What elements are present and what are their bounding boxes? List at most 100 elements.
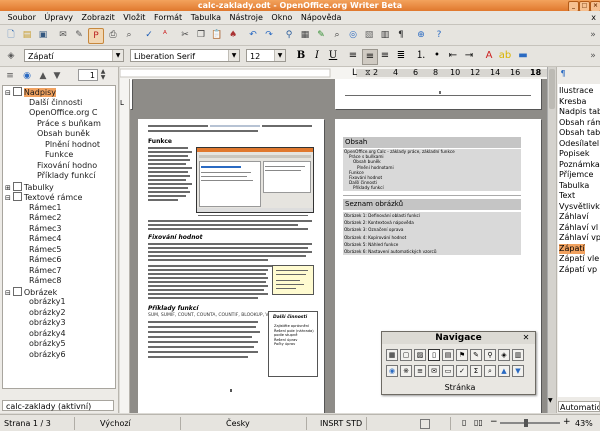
style-item[interactable]: Kresba [559, 97, 586, 108]
menu-upravy[interactable]: Úpravy [41, 11, 76, 24]
navigator-tree-item[interactable]: obrázky1 [29, 297, 66, 308]
navigator-tree-item[interactable]: Rámec4 [29, 234, 62, 245]
navigator-tree-item[interactable]: obrázky4 [29, 329, 66, 340]
bookmark-nav-icon[interactable]: ⚑ [456, 349, 468, 361]
page-style-indicator[interactable]: Výchozí [100, 418, 131, 429]
insert-mode-indicator[interactable]: INSRT [320, 418, 343, 429]
close-document-button[interactable]: x [591, 11, 596, 24]
formula-nav-icon[interactable]: Σ [470, 365, 482, 377]
navigator-tree-item[interactable]: Další činnosti [29, 98, 82, 109]
previous-icon[interactable]: ▲ [36, 69, 50, 83]
print-icon[interactable]: ⎙ [106, 28, 120, 42]
indent-marker-icon[interactable]: ⧖ [365, 67, 371, 79]
multi-page-view-icon[interactable]: ▯▯ [474, 418, 483, 427]
style-item[interactable]: Záhlaví vp [559, 233, 600, 244]
collapse-icon[interactable]: ⊟ [5, 194, 11, 202]
section-nav-icon[interactable]: ▤ [442, 349, 454, 361]
gallery-icon[interactable]: ▧ [362, 28, 376, 42]
data-sources-icon[interactable]: ▥ [378, 28, 392, 42]
comment-nav-icon[interactable]: ✉ [428, 365, 440, 377]
navigator-tree-item[interactable]: Rámec5 [29, 245, 62, 256]
toolbar-overflow-icon[interactable]: » [586, 28, 600, 42]
style-item[interactable]: Obsah tab [559, 128, 600, 139]
style-item[interactable]: Zápatí vle [559, 254, 599, 265]
highlight-icon[interactable]: ab [498, 49, 512, 63]
table-icon[interactable]: ▦ [298, 28, 312, 42]
hyperlink-icon[interactable]: ⚲ [282, 28, 296, 42]
background-color-icon[interactable]: ▬ [516, 49, 530, 63]
page-number-spinner[interactable]: 1 [78, 69, 98, 81]
autospell-icon[interactable]: ᴬ [158, 28, 172, 42]
reference-nav-icon[interactable]: ※ [400, 365, 412, 377]
zoom-slider[interactable] [500, 422, 560, 424]
index-nav-icon[interactable]: ▥ [512, 349, 524, 361]
menu-zobrazit[interactable]: Zobrazit [79, 11, 118, 24]
navigator-tree-item[interactable]: ⊞ Tabulky [5, 181, 54, 193]
vertical-ruler[interactable]: L [120, 79, 130, 413]
style-item[interactable]: Poznámka [559, 160, 600, 171]
paragraph-style-select[interactable]: Zápatí ▼ [24, 49, 124, 62]
zoom-icon[interactable]: ⊕ [414, 28, 428, 42]
document-select[interactable]: calc-zaklady (aktivní) [2, 400, 114, 411]
navigator-tree-item[interactable]: Rámec8 [29, 276, 62, 287]
collapse-icon[interactable]: ⊟ [5, 89, 11, 97]
vertical-scrollbar[interactable]: ▼ [547, 67, 556, 413]
ole-nav-icon[interactable]: ◈ [498, 349, 510, 361]
pdf-export-icon[interactable]: P [88, 28, 104, 44]
find-replace-icon[interactable]: ⌕ [330, 28, 344, 42]
menu-nastroje[interactable]: Nástroje [227, 11, 266, 24]
zoom-in-icon[interactable]: + [563, 417, 571, 427]
page-indicator[interactable]: Strana 1 / 3 [4, 418, 51, 429]
scrollbar-thumb[interactable] [549, 69, 555, 109]
close-icon[interactable]: ✕ [520, 332, 532, 344]
font-name-select[interactable]: Liberation Serif ▼ [130, 49, 240, 62]
page-button[interactable]: Stránka [440, 382, 480, 393]
navigator-tree-item[interactable]: Rámec2 [29, 213, 62, 224]
single-page-view-icon[interactable]: ▯ [462, 418, 466, 427]
table-nav-icon[interactable]: ▦ [386, 349, 398, 361]
font-color-icon[interactable]: A [482, 49, 496, 63]
scroll-down-icon[interactable]: ▼ [548, 397, 553, 404]
navigation-icon[interactable]: ◉ [20, 69, 34, 83]
language-indicator[interactable]: Česky [226, 418, 250, 429]
style-item[interactable]: Zápatí [559, 243, 585, 254]
navigator-tree-item[interactable]: obrázky6 [29, 350, 66, 361]
navigator-tree-item[interactable]: ⊟ Textové rámce [5, 192, 82, 203]
align-right-icon[interactable]: ≡ [378, 49, 392, 63]
navigation-window-titlebar[interactable]: Navigace [382, 332, 535, 344]
navigator-tree-item[interactable]: OpenOffice.org C [29, 108, 98, 119]
spinner-arrows-icon[interactable]: ▲ ▼ [99, 69, 107, 81]
menu-okno[interactable]: Okno [268, 11, 295, 24]
zoom-slider-knob[interactable] [523, 419, 528, 427]
font-size-select[interactable]: 12 ▼ [246, 49, 286, 62]
italic-icon[interactable]: I [310, 49, 324, 63]
style-item[interactable]: Záhlaví vl [559, 223, 598, 234]
navigator-tree-item[interactable]: Rámec7 [29, 266, 62, 277]
expand-icon[interactable]: ⊞ [5, 184, 11, 192]
next-nav-icon[interactable]: ▼ [512, 365, 524, 377]
redo-icon[interactable]: ↷ [262, 28, 276, 42]
link-nav-icon[interactable]: ⚲ [484, 349, 496, 361]
style-item[interactable]: Příjemce [559, 170, 593, 181]
new-document-icon[interactable]: 🗋 [4, 28, 18, 42]
menu-napoveda[interactable]: Nápověda [298, 11, 345, 24]
align-center-icon[interactable]: ≡ [362, 49, 378, 65]
print-preview-icon[interactable]: ⌕ [122, 28, 136, 42]
navigator-tree-item[interactable]: obrázky5 [29, 339, 66, 350]
undo-icon[interactable]: ↶ [246, 28, 260, 42]
mail-icon[interactable]: ✉ [56, 28, 70, 42]
navigator-tree-item[interactable]: Obsah buněk [37, 129, 90, 140]
toggle-icon[interactable]: ≡ [3, 69, 17, 83]
menu-tabulka[interactable]: Tabulka [188, 11, 224, 24]
edit-file-icon[interactable]: ✎ [72, 28, 86, 42]
paste-icon[interactable]: 📋 [210, 28, 224, 42]
menu-soubor[interactable]: Soubor [5, 11, 39, 24]
underline-icon[interactable]: U [326, 49, 340, 63]
menu-vlozit[interactable]: Vložit [120, 11, 148, 24]
justify-icon[interactable]: ≣ [394, 49, 408, 63]
format-paintbrush-icon[interactable]: ♠ [226, 28, 240, 42]
navigator-tree-item[interactable]: Fixování hodno [37, 161, 97, 172]
collapse-icon[interactable]: ⊟ [5, 289, 11, 297]
style-item[interactable]: Popisek [559, 149, 589, 160]
style-item[interactable]: Zápatí vp [559, 265, 597, 276]
